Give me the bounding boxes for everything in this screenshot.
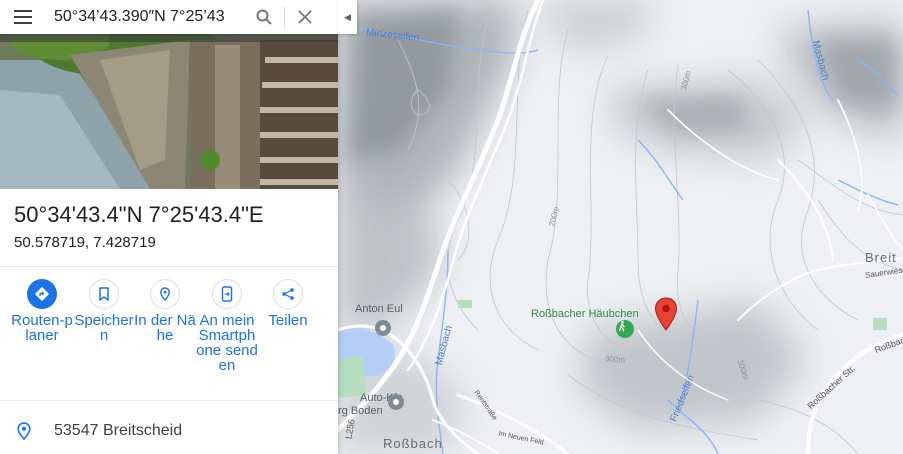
nearby-icon	[150, 279, 180, 309]
send-to-phone-label: An mein Smartphone senden	[196, 312, 258, 374]
search-input[interactable]	[54, 8, 244, 26]
search-bar	[0, 0, 338, 34]
chevron-left-icon: ◀	[344, 11, 351, 22]
place-title: 50°34'43.4"N 7°25'43.4"E	[14, 202, 264, 227]
place-panel: 50°34'43.4"N 7°25'43.4"E 50.578719, 7.42…	[0, 0, 338, 454]
map-poi-anton-eul-marker[interactable]	[375, 320, 391, 336]
map-poi-auto-kfz-marker[interactable]	[388, 394, 404, 410]
clear-search-button[interactable]	[285, 0, 325, 34]
map-canvas[interactable]: Minzeseifen Masbach Masbach Anton Eul Ro…	[338, 0, 903, 454]
panel-divider	[0, 400, 338, 401]
nearby-button[interactable]: In der Nähe	[134, 279, 196, 343]
place-decimal-coordinates[interactable]: 50.578719, 7.428719	[14, 234, 156, 251]
address-text: 53547 Breitscheid	[54, 422, 183, 439]
hamburger-menu-icon	[14, 10, 32, 24]
share-label: Teilen	[268, 312, 308, 329]
nearby-label: In der Nähe	[134, 312, 196, 344]
map-label-berg-boden: rg Boden	[338, 405, 383, 417]
map-poi-hiking-marker[interactable]	[616, 320, 634, 338]
close-icon	[298, 10, 312, 24]
send-to-phone-button[interactable]: An mein Smartphone senden	[196, 279, 258, 373]
map-label-rossbach: Roßbach	[383, 436, 443, 451]
map-label-rossbacher-haeubchen: Roßbacher Häubchen	[531, 308, 639, 320]
directions-button[interactable]: Routen-planer	[11, 279, 73, 343]
menu-button[interactable]	[0, 0, 46, 34]
map-contour-label-300-mid: 300m	[604, 354, 626, 365]
save-label: Speichern	[74, 312, 134, 344]
location-pin-icon[interactable]	[654, 297, 678, 331]
share-button[interactable]: Teilen	[257, 279, 319, 328]
send-to-phone-icon	[212, 279, 242, 309]
directions-icon	[27, 279, 57, 309]
collapse-panel-button[interactable]: ◀	[338, 0, 357, 34]
panel-divider	[0, 266, 338, 267]
directions-label: Routen-planer	[11, 312, 73, 344]
search-button[interactable]	[244, 0, 284, 34]
map-label-breit: Breit	[865, 250, 897, 265]
share-icon	[273, 279, 303, 309]
bookmark-icon	[89, 279, 119, 309]
location-pin-icon	[17, 422, 31, 440]
address-row[interactable]: 53547 Breitscheid	[0, 412, 338, 450]
search-icon	[256, 9, 272, 25]
hiking-icon	[618, 320, 625, 332]
map-label-anton-eul: Anton Eul	[355, 303, 403, 315]
save-button[interactable]: Speichern	[73, 279, 135, 343]
